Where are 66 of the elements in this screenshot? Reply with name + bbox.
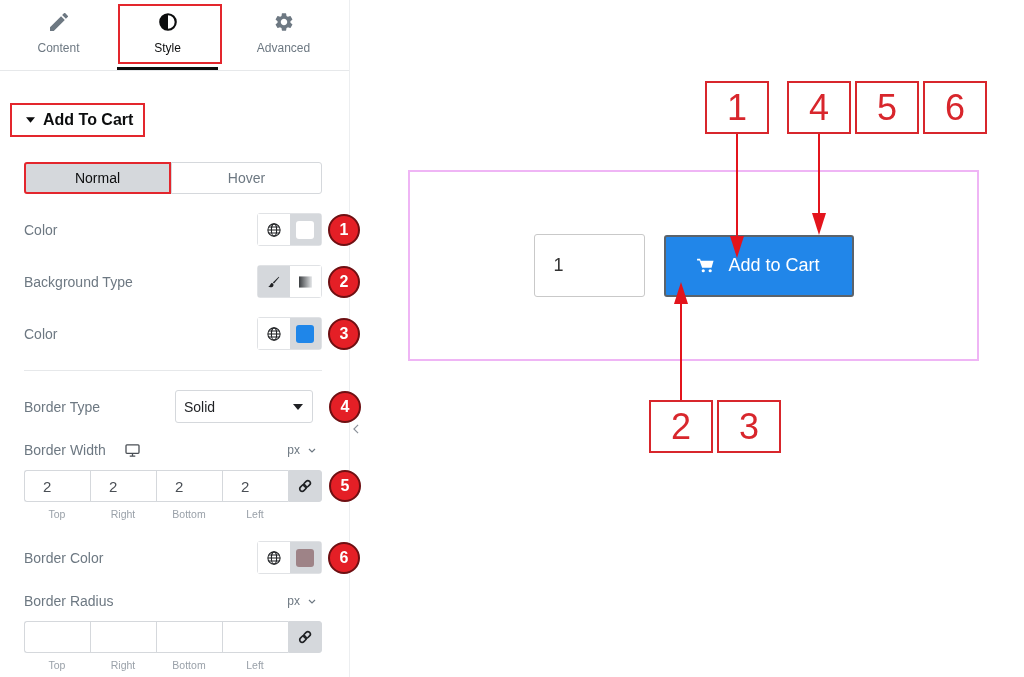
side-label: Top <box>48 659 66 673</box>
step-marker: 4 <box>329 390 361 423</box>
dimension-field[interactable] <box>156 621 222 653</box>
side-label: Top <box>48 508 66 522</box>
side-label: Right <box>110 659 136 673</box>
step-marker: 2 <box>328 265 360 298</box>
section-toggle[interactable]: Add To Cart <box>10 103 146 137</box>
add-to-cart-button[interactable]: Add to Cart <box>663 234 854 297</box>
link-values-button[interactable] <box>288 621 322 653</box>
side-label: Left <box>246 508 264 522</box>
dimension-field[interactable]: 2 <box>90 470 156 502</box>
link-values-button[interactable] <box>288 470 322 502</box>
globe-icon <box>266 326 281 341</box>
gradient-icon <box>298 275 312 288</box>
panel-tab[interactable]: Content <box>0 0 117 70</box>
control-label: Color <box>24 221 58 238</box>
control-label: Border Radius <box>24 593 114 609</box>
chevron-down-icon <box>308 598 316 604</box>
step-marker: 6 <box>328 541 360 574</box>
side-label: Right <box>110 508 136 522</box>
color-picker-button[interactable] <box>289 542 321 573</box>
brush-icon <box>267 275 281 288</box>
dimension-field[interactable]: 2 <box>24 470 90 502</box>
side-label: Bottom <box>172 659 206 673</box>
dimension-field[interactable] <box>24 621 90 653</box>
cart-icon <box>697 258 715 273</box>
panel-tab[interactable]: Style <box>117 0 218 70</box>
state-tab[interactable]: Hover <box>171 162 322 194</box>
dimension-field[interactable]: 2 <box>156 470 222 502</box>
globe-icon <box>266 222 281 237</box>
monitor-icon[interactable] <box>124 443 140 457</box>
callout-label: 2 <box>649 400 713 453</box>
caret-icon <box>26 117 35 123</box>
chevron-down-icon <box>308 447 316 453</box>
gear-icon <box>274 13 293 31</box>
dimension-field[interactable] <box>90 621 156 653</box>
control-label: Background Type <box>24 273 133 290</box>
chevron-left-icon[interactable] <box>353 424 359 434</box>
panel-tab[interactable]: Advanced <box>218 0 349 70</box>
unit-select[interactable]: px <box>287 594 316 608</box>
step-marker: 5 <box>329 470 361 502</box>
quantity-field[interactable]: 1 <box>533 234 645 297</box>
color-picker-button[interactable] <box>289 214 321 245</box>
control-label: Border Width <box>24 442 106 458</box>
pencil-icon <box>49 13 68 31</box>
control-label: Border Color <box>24 549 104 566</box>
dropdown-select[interactable]: Solid <box>175 390 313 423</box>
callout-label: 6 <box>923 81 987 134</box>
callout-label: 1 <box>705 81 769 134</box>
side-label: Bottom <box>172 508 206 522</box>
callout-label: 3 <box>717 400 781 453</box>
state-tab[interactable]: Normal <box>24 162 171 194</box>
globe-icon <box>266 550 281 565</box>
callout-label: 4 <box>787 81 851 134</box>
half-circle-icon <box>158 13 177 31</box>
side-label: Left <box>246 659 264 673</box>
link-icon <box>298 479 312 493</box>
step-marker: 1 <box>328 213 360 246</box>
callout-label: 5 <box>855 81 919 134</box>
color-picker-button[interactable] <box>289 318 321 349</box>
link-icon <box>298 630 312 644</box>
step-marker: 3 <box>328 317 360 350</box>
control-label: Border Type <box>24 398 100 415</box>
control-label: Color <box>24 325 58 342</box>
caret-icon <box>293 403 303 410</box>
unit-select[interactable]: px <box>287 443 316 457</box>
